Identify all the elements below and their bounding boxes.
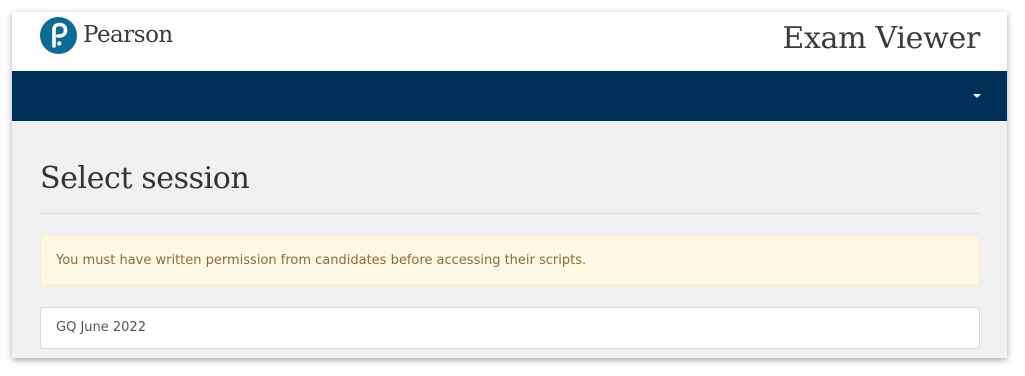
session-select-value: GQ June 2022 [56, 320, 146, 335]
header: Pearson Exam Viewer [12, 12, 1007, 71]
page-title: Select session [40, 161, 250, 196]
caret-down-icon[interactable] [973, 94, 981, 98]
pearson-logo[interactable]: Pearson [40, 17, 173, 54]
permission-alert: You must have written permission from ca… [40, 235, 980, 286]
divider [40, 213, 980, 214]
app-title: Exam Viewer [782, 21, 980, 56]
alert-message: You must have written permission from ca… [56, 253, 587, 268]
app-window: Pearson Exam Viewer Select session You m… [12, 12, 1007, 358]
logo-text: Pearson [83, 22, 173, 48]
navbar [12, 71, 1007, 121]
session-select[interactable]: GQ June 2022 [40, 307, 980, 349]
pearson-logo-icon [40, 17, 77, 54]
